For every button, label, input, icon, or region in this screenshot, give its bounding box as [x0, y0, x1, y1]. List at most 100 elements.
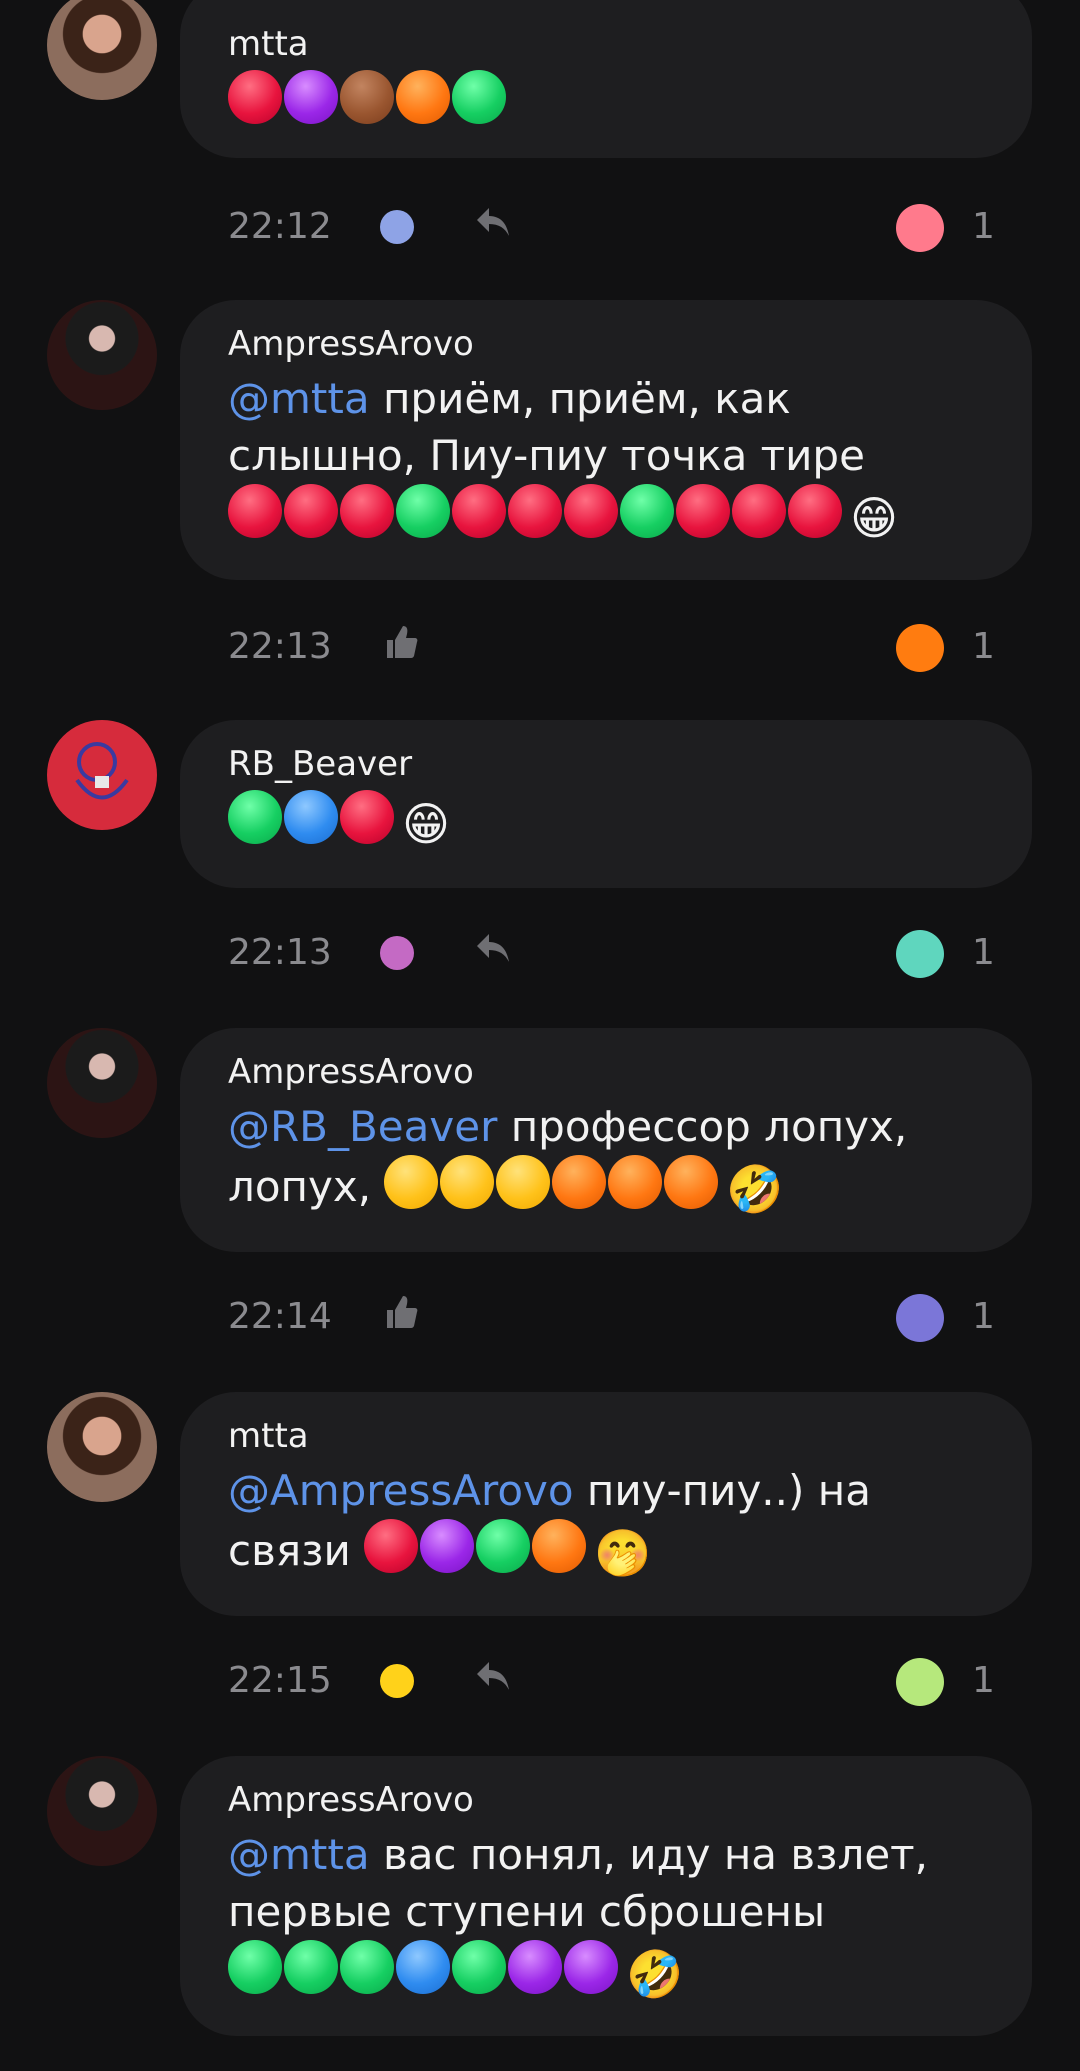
orange-circle-emoji	[532, 1519, 587, 1573]
mention-link[interactable]: @AmpressArovo	[228, 1466, 574, 1515]
grinning-emoji: 😁	[402, 797, 450, 851]
orange-circle-emoji	[552, 1155, 607, 1209]
mention-link[interactable]: @mtta	[228, 374, 370, 423]
emoji-circles	[228, 790, 396, 858]
green-circle-emoji	[476, 1519, 531, 1573]
emoji-circles	[364, 1519, 588, 1587]
yellow-circle-emoji	[496, 1155, 551, 1209]
reaction-count: 1	[972, 1660, 995, 1701]
blue-circle-emoji	[396, 1940, 450, 1994]
reaction-dot[interactable]	[896, 624, 944, 672]
timestamp: 22:13	[228, 626, 332, 667]
author-name[interactable]: mtta	[228, 1414, 984, 1458]
reaction-count: 1	[972, 932, 995, 973]
mention-link[interactable]: @RB_Beaver	[228, 1102, 497, 1151]
emoji-circles	[228, 1940, 620, 2008]
message-bubble[interactable]: AmpressArovo @RB_Beaver профессор лопух,…	[180, 1028, 1032, 1252]
red-circle-emoji	[364, 1519, 419, 1573]
timestamp: 22:15	[228, 1660, 332, 1701]
red-circle-emoji	[564, 484, 618, 538]
avatar[interactable]	[47, 720, 157, 830]
message-bubble[interactable]: AmpressArovo @mtta вас понял, иду на взл…	[180, 1756, 1032, 2036]
message-meta: 22:15 1	[0, 1650, 1080, 1710]
green-circle-emoji	[396, 484, 450, 538]
green-circle-emoji	[452, 1940, 506, 1994]
timestamp: 22:12	[228, 206, 332, 247]
timestamp: 22:13	[228, 932, 332, 973]
reaction-count: 1	[972, 1296, 995, 1337]
reaction-dot[interactable]	[896, 1294, 944, 1342]
reaction-dot[interactable]	[896, 204, 944, 252]
orange-circle-emoji	[664, 1155, 719, 1209]
message-meta: 22:13 1	[0, 616, 1080, 676]
message-text: @mtta приём, приём, как слышно, Пиу-пиу …	[228, 370, 984, 552]
timestamp: 22:14	[228, 1296, 332, 1337]
message-meta: 22:14 1	[0, 1286, 1080, 1346]
avatar[interactable]	[47, 300, 157, 410]
reply-icon[interactable]	[470, 1656, 516, 1702]
reply-icon[interactable]	[470, 202, 516, 248]
rofl-emoji: 🤣	[626, 1947, 684, 2001]
orange-circle-emoji	[608, 1155, 663, 1209]
green-circle-emoji	[340, 1940, 394, 1994]
hand-over-mouth-emoji: 🤭	[594, 1526, 652, 1580]
red-circle-emoji	[508, 484, 562, 538]
message-text: @RB_Beaver профессор лопух, лопух, 🤣	[228, 1098, 984, 1223]
author-name[interactable]: AmpressArovo	[228, 1050, 984, 1094]
rofl-emoji: 🤣	[726, 1162, 784, 1216]
message-text: @mtta вас понял, иду на взлет, первые ст…	[228, 1826, 984, 2008]
purple-circle-emoji	[284, 70, 338, 124]
grinning-emoji: 😁	[850, 491, 898, 545]
orange-circle-emoji	[396, 70, 450, 124]
red-circle-emoji	[732, 484, 786, 538]
purple-circle-emoji	[564, 1940, 618, 1994]
yellow-circle-emoji	[384, 1155, 439, 1209]
red-circle-emoji	[788, 484, 842, 538]
emoji-circles	[384, 1155, 720, 1223]
message-bubble[interactable]: RB_Beaver 😁	[180, 720, 1032, 888]
red-circle-emoji	[340, 484, 394, 538]
green-circle-emoji	[620, 484, 674, 538]
avatar[interactable]	[47, 1756, 157, 1866]
reaction-dot[interactable]	[896, 1658, 944, 1706]
author-name[interactable]: AmpressArovo	[228, 1778, 984, 1822]
status-dot	[380, 936, 414, 970]
message-text: @AmpressArovo пиу-пиу..) на связи 🤭	[228, 1462, 984, 1587]
red-circle-emoji	[340, 790, 394, 844]
emoji-circles	[228, 70, 508, 138]
emoji-circles	[228, 484, 844, 552]
avatar[interactable]	[47, 1028, 157, 1138]
red-circle-emoji	[228, 70, 282, 124]
red-circle-emoji	[284, 484, 338, 538]
status-dot	[380, 1664, 414, 1698]
author-name[interactable]: RB_Beaver	[228, 742, 984, 786]
avatar[interactable]	[47, 1392, 157, 1502]
reaction-count: 1	[972, 206, 995, 247]
purple-circle-emoji	[420, 1519, 475, 1573]
green-circle-emoji	[228, 1940, 282, 1994]
message-bubble[interactable]: mtta @AmpressArovo пиу-пиу..) на связи 🤭	[180, 1392, 1032, 1616]
message-text: 😁	[228, 790, 984, 858]
message-text	[228, 70, 984, 138]
reply-icon[interactable]	[470, 928, 516, 974]
author-name[interactable]: AmpressArovo	[228, 322, 984, 366]
message-bubble[interactable]: AmpressArovo @mtta приём, приём, как слы…	[180, 300, 1032, 580]
green-circle-emoji	[228, 790, 282, 844]
mention-link[interactable]: @mtta	[228, 1830, 370, 1879]
green-circle-emoji	[452, 70, 506, 124]
thumbs-up-icon[interactable]	[378, 622, 424, 668]
blue-circle-emoji	[284, 790, 338, 844]
avatar[interactable]	[47, 0, 157, 100]
author-name[interactable]: mtta	[228, 22, 984, 66]
red-circle-emoji	[452, 484, 506, 538]
brown-circle-emoji	[340, 70, 394, 124]
green-circle-emoji	[284, 1940, 338, 1994]
reaction-dot[interactable]	[896, 930, 944, 978]
red-circle-emoji	[676, 484, 730, 538]
red-circle-emoji	[228, 484, 282, 538]
thumbs-up-icon[interactable]	[378, 1292, 424, 1338]
purple-circle-emoji	[508, 1940, 562, 1994]
reaction-count: 1	[972, 626, 995, 667]
message-bubble[interactable]: mtta	[180, 0, 1032, 158]
message-meta: 22:13 1	[0, 922, 1080, 982]
